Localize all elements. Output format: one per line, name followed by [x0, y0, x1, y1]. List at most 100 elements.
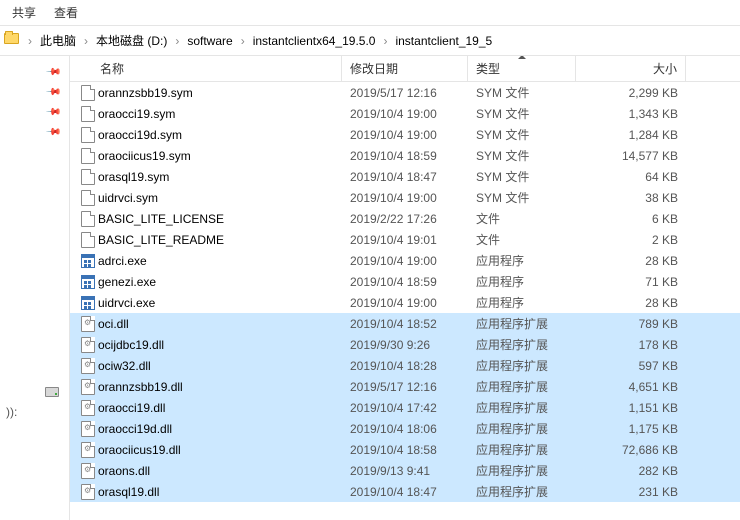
file-row[interactable]: orannzsbb19.dll2019/5/17 12:16应用程序扩展4,65… — [70, 376, 740, 397]
file-icon — [78, 254, 98, 268]
toolbar-share[interactable]: 共享 — [12, 4, 36, 21]
file-name: orasql19.sym — [98, 170, 350, 184]
col-name[interactable]: 名称 — [70, 56, 342, 81]
file-name: oraociicus19.sym — [98, 149, 350, 163]
file-type: 应用程序扩展 — [476, 462, 584, 479]
breadcrumb-item[interactable]: instantclient_19_5 — [391, 32, 496, 50]
file-date: 2019/10/4 18:59 — [350, 149, 476, 163]
file-icon — [78, 400, 98, 416]
file-size: 4,651 KB — [584, 380, 686, 394]
toolbar-view[interactable]: 查看 — [54, 4, 78, 21]
file-icon — [78, 275, 98, 289]
file-size: 72,686 KB — [584, 443, 686, 457]
file-size: 2,299 KB — [584, 86, 686, 100]
file-row[interactable]: ociw32.dll2019/10/4 18:28应用程序扩展597 KB — [70, 355, 740, 376]
toolbar: 共享 查看 — [0, 0, 740, 26]
file-row[interactable]: oraociicus19.sym2019/10/4 18:59SYM 文件14,… — [70, 145, 740, 166]
address-bar[interactable]: › 此电脑›本地磁盘 (D:)›software›instantclientx6… — [0, 26, 740, 56]
file-type: SYM 文件 — [476, 126, 584, 143]
file-type: 应用程序扩展 — [476, 441, 584, 458]
file-date: 2019/10/4 18:47 — [350, 485, 476, 499]
file-type: 应用程序扩展 — [476, 315, 584, 332]
folder-icon — [4, 33, 20, 49]
file-date: 2019/10/4 19:00 — [350, 191, 476, 205]
file-row[interactable]: oraociicus19.dll2019/10/4 18:58应用程序扩展72,… — [70, 439, 740, 460]
file-date: 2019/10/4 19:01 — [350, 233, 476, 247]
file-icon — [78, 316, 98, 332]
chevron-right-icon[interactable]: › — [171, 34, 183, 48]
sidebar-pin[interactable]: 📌 — [0, 62, 69, 82]
col-date[interactable]: 修改日期 — [342, 56, 468, 81]
file-size: 64 KB — [584, 170, 686, 184]
disk-icon — [45, 387, 59, 397]
file-type: 应用程序扩展 — [476, 357, 584, 374]
file-row[interactable]: BASIC_LITE_README2019/10/4 19:01文件2 KB — [70, 229, 740, 250]
file-type: 文件 — [476, 231, 584, 248]
file-date: 2019/10/4 19:00 — [350, 128, 476, 142]
file-type: 应用程序扩展 — [476, 483, 584, 500]
file-row[interactable]: BASIC_LITE_LICENSE2019/2/22 17:26文件6 KB — [70, 208, 740, 229]
file-row[interactable]: orasql19.sym2019/10/4 18:47SYM 文件64 KB — [70, 166, 740, 187]
file-list: 名称 修改日期 类型 大小 orannzsbb19.sym2019/5/17 1… — [70, 56, 740, 520]
file-row[interactable]: oraocci19d.sym2019/10/4 19:00SYM 文件1,284… — [70, 124, 740, 145]
sidebar-pin[interactable]: 📌 — [0, 122, 69, 142]
sidebar-pin[interactable]: 📌 — [0, 82, 69, 102]
file-row[interactable]: uidrvci.sym2019/10/4 19:00SYM 文件38 KB — [70, 187, 740, 208]
file-date: 2019/10/4 18:47 — [350, 170, 476, 184]
file-date: 2019/10/4 18:52 — [350, 317, 476, 331]
file-name: oci.dll — [98, 317, 350, 331]
file-row[interactable]: oci.dll2019/10/4 18:52应用程序扩展789 KB — [70, 313, 740, 334]
sidebar-pin[interactable]: 📌 — [0, 102, 69, 122]
chevron-right-icon[interactable]: › — [237, 34, 249, 48]
file-icon — [78, 358, 98, 374]
chevron-right-icon[interactable]: › — [80, 34, 92, 48]
file-row[interactable]: oraocci19.sym2019/10/4 19:00SYM 文件1,343 … — [70, 103, 740, 124]
file-icon — [78, 232, 98, 248]
col-size[interactable]: 大小 — [576, 56, 686, 81]
file-size: 1,175 KB — [584, 422, 686, 436]
file-size: 28 KB — [584, 254, 686, 268]
file-row[interactable]: oraocci19.dll2019/10/4 17:42应用程序扩展1,151 … — [70, 397, 740, 418]
file-name: genezi.exe — [98, 275, 350, 289]
file-icon — [78, 106, 98, 122]
file-row[interactable]: adrci.exe2019/10/4 19:00应用程序28 KB — [70, 250, 740, 271]
file-size: 1,284 KB — [584, 128, 686, 142]
chevron-right-icon[interactable]: › — [379, 34, 391, 48]
file-icon — [78, 169, 98, 185]
file-icon — [78, 85, 98, 101]
file-size: 178 KB — [584, 338, 686, 352]
file-row[interactable]: oraocci19d.dll2019/10/4 18:06应用程序扩展1,175… — [70, 418, 740, 439]
file-row[interactable]: orannzsbb19.sym2019/5/17 12:16SYM 文件2,29… — [70, 82, 740, 103]
file-icon — [78, 211, 98, 227]
file-row[interactable]: ocijdbc19.dll2019/9/30 9:26应用程序扩展178 KB — [70, 334, 740, 355]
col-type[interactable]: 类型 — [468, 56, 576, 81]
file-row[interactable]: oraons.dll2019/9/13 9:41应用程序扩展282 KB — [70, 460, 740, 481]
file-icon — [78, 442, 98, 458]
file-row[interactable]: orasql19.dll2019/10/4 18:47应用程序扩展231 KB — [70, 481, 740, 502]
file-size: 71 KB — [584, 275, 686, 289]
sidebar-drive-label[interactable]: )): — [0, 402, 69, 422]
breadcrumb-item[interactable]: 此电脑 — [36, 30, 80, 51]
file-date: 2019/2/22 17:26 — [350, 212, 476, 226]
file-type: 应用程序扩展 — [476, 378, 584, 395]
file-size: 14,577 KB — [584, 149, 686, 163]
file-name: orasql19.dll — [98, 485, 350, 499]
file-date: 2019/10/4 19:00 — [350, 254, 476, 268]
column-header: 名称 修改日期 类型 大小 — [70, 56, 740, 82]
file-type: SYM 文件 — [476, 147, 584, 164]
file-icon — [78, 190, 98, 206]
chevron-right-icon[interactable]: › — [24, 34, 36, 48]
file-row[interactable]: genezi.exe2019/10/4 18:59应用程序71 KB — [70, 271, 740, 292]
breadcrumb-item[interactable]: instantclientx64_19.5.0 — [249, 32, 380, 50]
breadcrumb-item[interactable]: 本地磁盘 (D:) — [92, 30, 171, 51]
file-type: SYM 文件 — [476, 168, 584, 185]
file-name: oraocci19d.dll — [98, 422, 350, 436]
file-name: uidrvci.sym — [98, 191, 350, 205]
file-date: 2019/10/4 18:59 — [350, 275, 476, 289]
file-icon — [78, 421, 98, 437]
file-size: 597 KB — [584, 359, 686, 373]
file-row[interactable]: uidrvci.exe2019/10/4 19:00应用程序28 KB — [70, 292, 740, 313]
file-icon — [78, 484, 98, 500]
sidebar-drive[interactable] — [0, 382, 69, 402]
breadcrumb-item[interactable]: software — [183, 32, 236, 50]
